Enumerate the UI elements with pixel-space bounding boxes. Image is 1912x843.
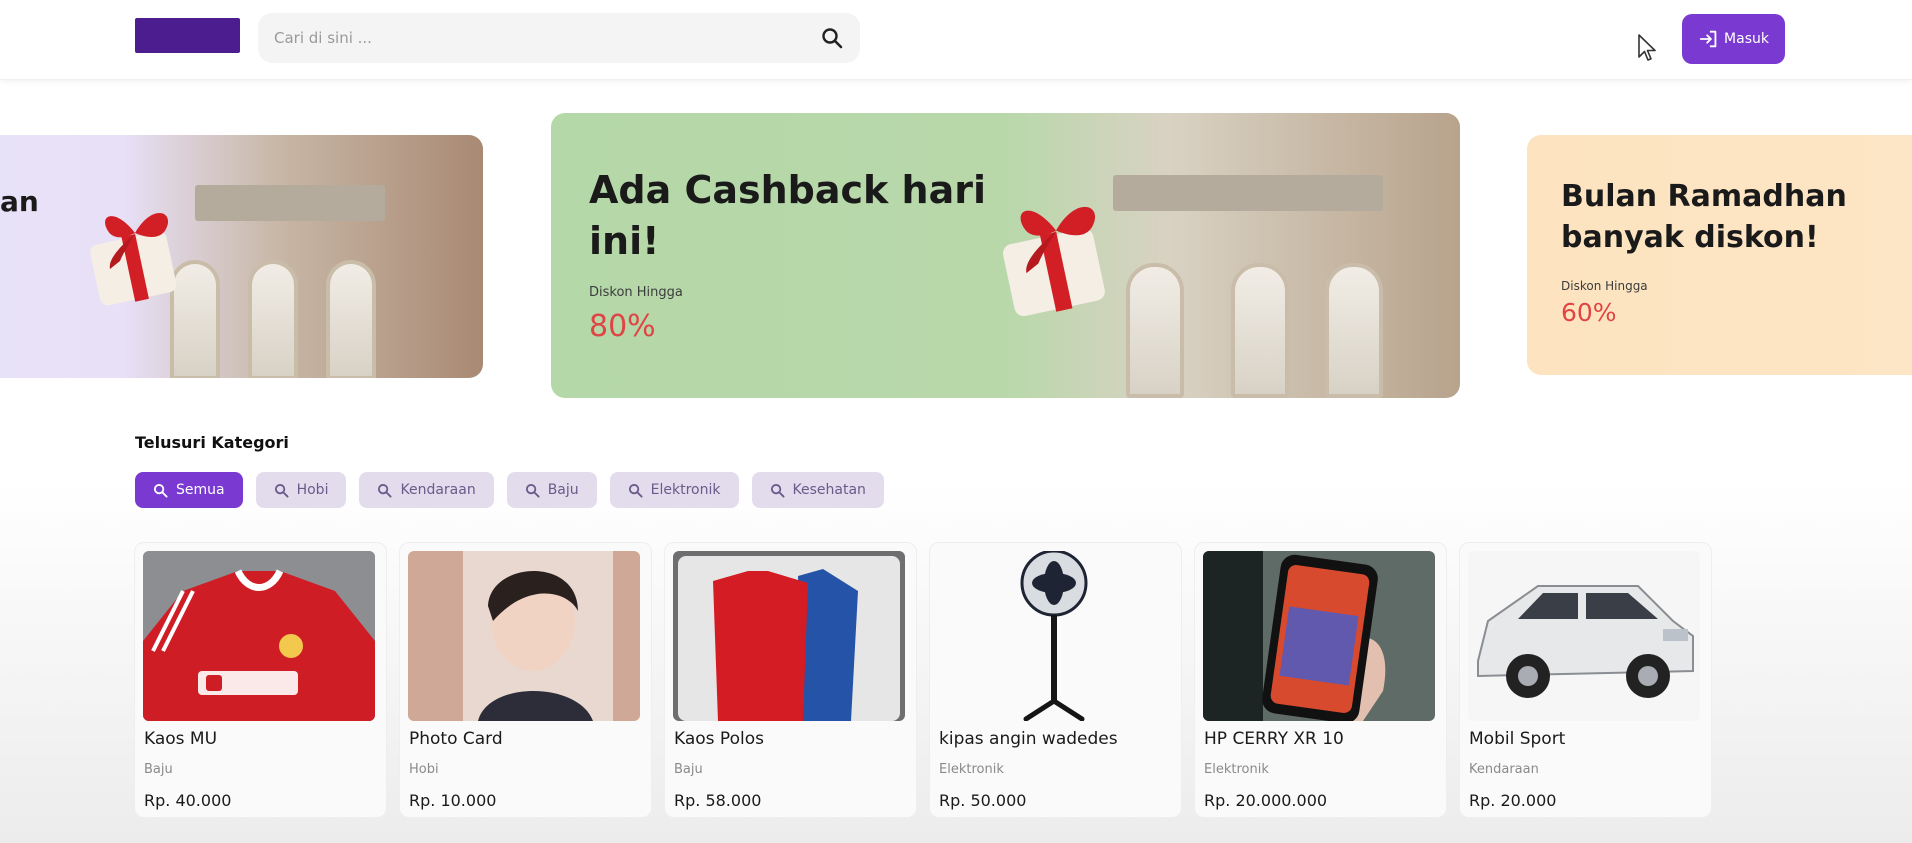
product-price: Rp. 58.000 [674,791,762,810]
product-image-tshirt [673,551,905,721]
product-grid: Kaos MU Baju Rp. 40.000 Photo Card Hobi … [134,542,1712,818]
chip-kendaraan[interactable]: Kendaraan [359,472,494,508]
search-icon[interactable] [820,26,844,50]
product-name: kipas angin wadedes [939,729,1118,749]
product-card[interactable]: Kaos Polos Baju Rp. 58.000 [664,542,917,818]
decor-window [1231,263,1289,398]
search-bar [258,13,860,63]
decor-panel [1113,175,1383,211]
product-image-jersey [143,551,375,721]
product-price: Rp. 20.000.000 [1204,791,1328,810]
cursor-icon [1638,34,1656,61]
top-navbar: Masuk [0,0,1912,80]
product-price: Rp. 40.000 [144,791,232,810]
search-icon [525,483,540,498]
gift-icon [90,212,177,306]
product-name: Kaos Polos [674,729,764,749]
login-button[interactable]: Masuk [1682,14,1785,64]
product-category: Elektronik [939,762,1004,777]
product-card[interactable]: kipas angin wadedes Elektronik Rp. 50.00… [929,542,1182,818]
product-image-fan [938,551,1170,721]
decor-window [1126,263,1184,398]
banner-discount: 80% [589,309,656,344]
chip-label: Kesehatan [792,482,866,498]
product-category: Elektronik [1204,762,1269,777]
promo-banner-center[interactable]: Ada Cashback hari ini! Diskon Hingga 80% [551,113,1460,398]
chip-label: Baju [547,482,579,498]
search-icon [378,483,392,498]
chip-label: Elektronik [650,482,721,498]
product-name: Mobil Sport [1469,729,1566,749]
product-image-car [1468,551,1700,721]
category-title: Telusuri Kategori [135,433,289,452]
product-category: Hobi [409,762,439,777]
product-category: Baju [674,762,703,777]
product-price: Rp. 10.000 [409,791,497,810]
product-name: HP CERRY XR 10 [1204,729,1344,749]
banner-title: an [0,185,39,218]
banner-title-line2: banyak diskon! [1561,219,1819,255]
banner-subtitle: Diskon Hingga [1561,279,1648,293]
login-label: Masuk [1724,31,1769,47]
decor-window [1325,263,1383,398]
banner-title-line1: Bulan Ramadhan [1561,179,1847,214]
product-price: Rp. 50.000 [939,791,1027,810]
product-name: Kaos MU [144,729,218,749]
product-image-photocard [408,551,640,721]
decor-panel [195,185,385,221]
product-price: Rp. 20.000 [1469,791,1557,810]
product-card[interactable]: Kaos MU Baju Rp. 40.000 [134,542,387,818]
banner-title-line2: ini! [589,219,660,264]
decor-window [326,260,376,378]
search-icon [628,483,643,498]
banner-title-line1: Ada Cashback hari [589,168,987,212]
search-icon [153,483,168,498]
product-category: Kendaraan [1469,762,1539,777]
banner-title: Ada Cashback hari ini! [589,165,986,268]
product-name: Photo Card [409,729,503,749]
chip-semua[interactable]: Semua [135,472,243,508]
banner-title: Bulan Ramadhan banyak diskon! [1561,177,1847,258]
chip-label: Kendaraan [400,482,476,498]
promo-banner-left[interactable]: an [0,135,483,378]
chip-kesehatan[interactable]: Kesehatan [751,472,884,508]
decor-window [248,260,298,378]
search-input[interactable] [274,13,794,63]
logo[interactable] [135,18,240,53]
chip-label: Semua [176,482,225,498]
chip-hobi[interactable]: Hobi [255,472,347,508]
login-icon [1699,30,1717,48]
chip-elektronik[interactable]: Elektronik [609,472,739,508]
chip-baju[interactable]: Baju [506,472,597,508]
product-card[interactable]: HP CERRY XR 10 Elektronik Rp. 20.000.000 [1194,542,1447,818]
chip-label: Hobi [296,482,329,498]
search-icon [770,483,785,498]
promo-banner-right[interactable]: Bulan Ramadhan banyak diskon! Diskon Hin… [1527,135,1912,375]
banner-discount: 60% [1561,298,1617,327]
product-category: Baju [144,762,173,777]
product-image-phone [1203,551,1435,721]
gift-icon [1002,206,1105,317]
category-chips: Semua Hobi Kendaraan Baju Elektronik Kes… [135,472,884,508]
product-card[interactable]: Photo Card Hobi Rp. 10.000 [399,542,652,818]
product-card[interactable]: Mobil Sport Kendaraan Rp. 20.000 [1459,542,1712,818]
search-icon [274,483,289,498]
banner-subtitle: Diskon Hingga [589,285,683,300]
